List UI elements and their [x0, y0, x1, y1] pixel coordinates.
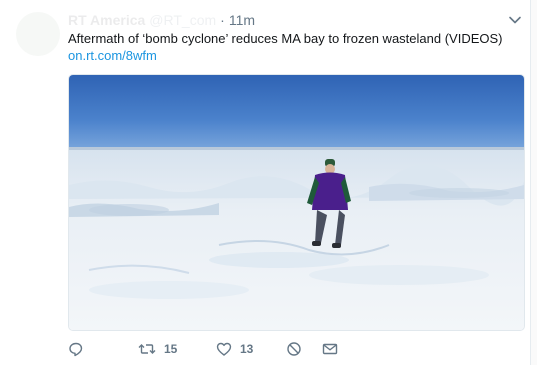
tweet-card[interactable]: RT America @RT_com · 11m Aftermath of ‘b…: [0, 0, 531, 365]
heart-icon: [216, 341, 232, 357]
block-icon: [286, 341, 302, 357]
direct-message-button[interactable]: [322, 341, 352, 357]
retweet-count: 15: [164, 342, 178, 356]
tweet-timestamp[interactable]: 11m: [229, 12, 255, 28]
chevron-down-icon[interactable]: [508, 13, 522, 27]
avatar[interactable]: [16, 12, 60, 56]
like-count: 13: [240, 342, 254, 356]
block-button[interactable]: [286, 341, 322, 357]
envelope-icon: [322, 341, 338, 357]
retweet-button[interactable]: 15: [138, 341, 216, 357]
tweet-header: RT America @RT_com · 11m: [68, 11, 255, 29]
tweet-actions: 15 13: [68, 339, 352, 359]
display-name[interactable]: RT America: [68, 12, 145, 28]
scrollbar[interactable]: [531, 0, 537, 365]
reply-button[interactable]: [68, 341, 138, 357]
reply-icon: [68, 341, 84, 357]
media-thumbnail[interactable]: [68, 74, 525, 331]
screen-name[interactable]: @RT_com: [149, 12, 216, 28]
tweet-text: Aftermath of ‘bomb cyclone’ reduces MA b…: [68, 31, 503, 46]
tweet-link[interactable]: on.rt.com/8wfm: [68, 47, 157, 64]
like-button[interactable]: 13: [216, 341, 286, 357]
separator-dot: ·: [220, 12, 225, 28]
retweet-icon: [138, 341, 156, 357]
frozen-bay-image: [69, 75, 524, 330]
